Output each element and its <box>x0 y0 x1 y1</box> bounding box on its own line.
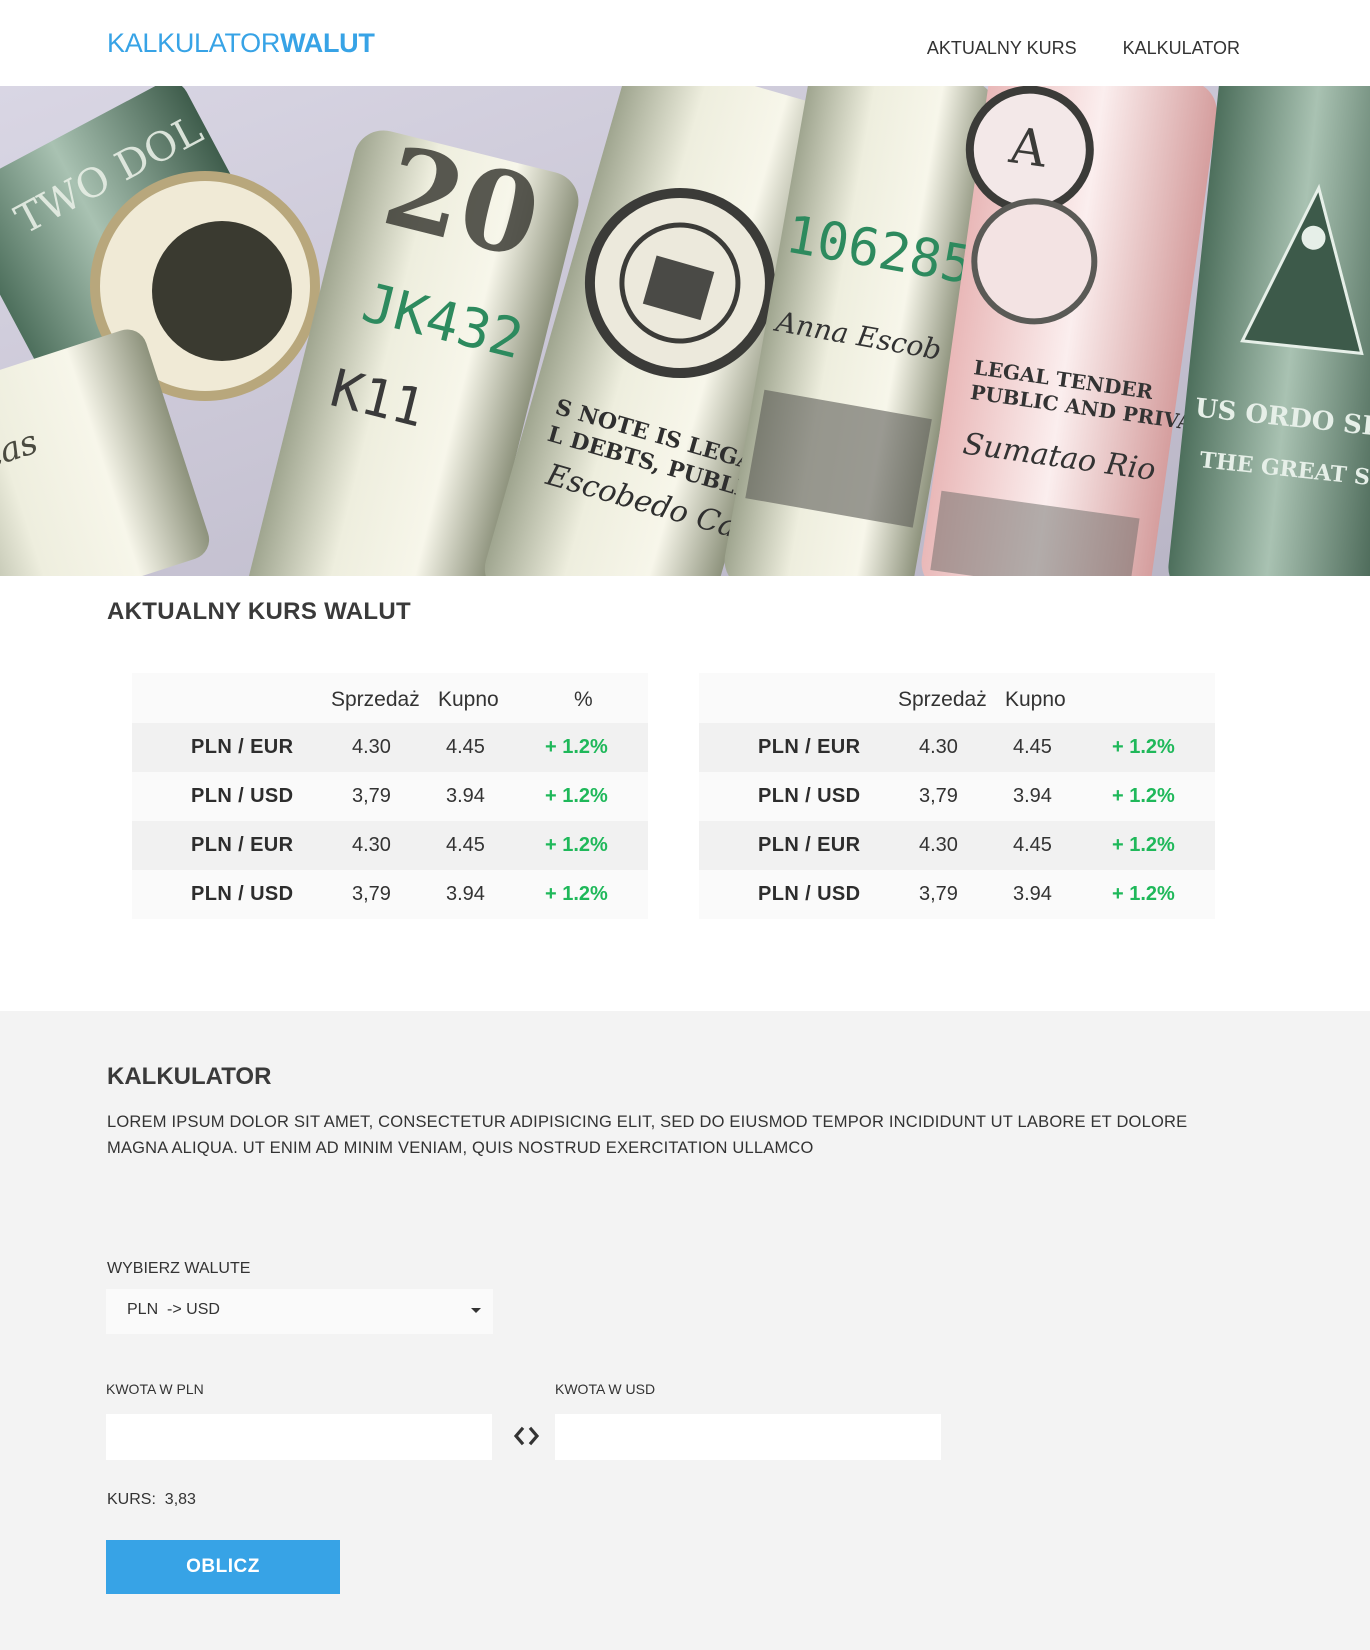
column-header-percent: % <box>574 688 593 711</box>
table-row: PLN / USD 3,79 3.94 + 1.2% <box>699 870 1215 919</box>
table-row: PLN / USD 3,79 3.94 + 1.2% <box>699 772 1215 821</box>
currency-select-value: PLN -> USD <box>127 1301 220 1318</box>
table-row: PLN / EUR 4.30 4.45 + 1.2% <box>699 723 1215 772</box>
calculator-description: LOREM IPSUM DOLOR SIT AMET, CONSECTETUR … <box>107 1113 1188 1157</box>
sell-rate: 4.30 <box>919 736 958 758</box>
buy-rate: 3.94 <box>1013 883 1052 905</box>
amount-pln-input[interactable] <box>106 1414 492 1460</box>
table-row: PLN / USD 3,79 3.94 + 1.2% <box>132 772 648 821</box>
column-header-sell: Sprzedaż <box>331 688 420 711</box>
buy-rate: 4.45 <box>1013 736 1052 758</box>
rate-table: Sprzedaż Kupno % PLN / EUR 4.30 4.45 + 1… <box>132 673 648 919</box>
table-row: PLN / USD 3,79 3.94 + 1.2% <box>132 870 648 919</box>
currency-select-label: WYBIERZ WALUTE <box>107 1260 251 1277</box>
sell-rate: 4.30 <box>352 834 391 856</box>
change-percent: + 1.2% <box>545 883 608 905</box>
change-percent: + 1.2% <box>545 834 608 856</box>
buy-rate: 4.45 <box>1013 834 1052 856</box>
currency-pair: PLN / USD <box>191 883 294 905</box>
column-header-sell: Sprzedaż <box>898 688 987 711</box>
currency-pair: PLN / EUR <box>191 834 294 856</box>
calculator-title: KALKULATOR <box>107 1063 272 1090</box>
amount-usd-label: KWOTA W USD <box>555 1381 656 1397</box>
amount-pln-label: KWOTA W PLN <box>106 1381 204 1397</box>
sell-rate: 3,79 <box>352 883 391 905</box>
change-percent: + 1.2% <box>1112 736 1175 758</box>
nav-item-kalkulator[interactable]: KALKULATOR <box>1123 38 1240 59</box>
nav-item-aktualny-kurs[interactable]: AKTUALNY KURS <box>927 38 1077 59</box>
buy-rate: 4.45 <box>446 834 485 856</box>
hero-banknotes-image: TWO DOL tatas 20 JK432 K11 S NOTE IS LEG… <box>0 86 1370 576</box>
change-percent: + 1.2% <box>1112 834 1175 856</box>
table-row: PLN / EUR 4.30 4.45 + 1.2% <box>132 723 648 772</box>
sell-rate: 4.30 <box>919 834 958 856</box>
amount-usd-input[interactable] <box>555 1414 941 1460</box>
change-percent: + 1.2% <box>1112 883 1175 905</box>
rate-table-header: Sprzedaż Kupno <box>699 673 1215 723</box>
logo-bold-text: WALUT <box>280 28 375 58</box>
currency-select[interactable]: PLN -> USD <box>106 1289 493 1334</box>
sell-rate: 3,79 <box>919 883 958 905</box>
column-header-buy: Kupno <box>1005 688 1066 711</box>
rate-table-header: Sprzedaż Kupno % <box>132 673 648 723</box>
buy-rate: 4.45 <box>446 736 485 758</box>
column-header-buy: Kupno <box>438 688 499 711</box>
swap-arrows-icon[interactable] <box>513 1425 540 1447</box>
currency-pair: PLN / EUR <box>758 736 861 758</box>
sell-rate: 3,79 <box>919 785 958 807</box>
sell-rate: 3,79 <box>352 785 391 807</box>
currency-pair: PLN / USD <box>758 785 861 807</box>
currency-pair: PLN / EUR <box>191 736 294 758</box>
table-row: PLN / EUR 4.30 4.45 + 1.2% <box>699 821 1215 870</box>
calculator-section: KALKULATOR LOREM IPSUM DOLOR SIT AMET, C… <box>0 1011 1370 1650</box>
logo-light-text: KALKULATOR <box>107 28 281 58</box>
caret-down-icon <box>471 1308 481 1313</box>
change-percent: + 1.2% <box>545 736 608 758</box>
buy-rate: 3.94 <box>446 785 485 807</box>
table-row: PLN / EUR 4.30 4.45 + 1.2% <box>132 821 648 870</box>
rates-section-title: AKTUALNY KURS WALUT <box>107 598 411 625</box>
currency-pair: PLN / USD <box>191 785 294 807</box>
currency-pair: PLN / USD <box>758 883 861 905</box>
buy-rate: 3.94 <box>1013 785 1052 807</box>
logo[interactable]: KALKULATORWALUT <box>107 28 375 59</box>
change-percent: + 1.2% <box>545 785 608 807</box>
site-header: KALKULATORWALUT AKTUALNY KURS KALKULATOR <box>0 0 1370 86</box>
buy-rate: 3.94 <box>446 883 485 905</box>
currency-pair: PLN / EUR <box>758 834 861 856</box>
rate-table: Sprzedaż Kupno PLN / EUR 4.30 4.45 + 1.2… <box>699 673 1215 919</box>
main-nav: AKTUALNY KURS KALKULATOR <box>927 38 1240 59</box>
calculate-button[interactable]: OBLICZ <box>106 1540 340 1594</box>
sell-rate: 4.30 <box>352 736 391 758</box>
change-percent: + 1.2% <box>1112 785 1175 807</box>
exchange-rate-text: KURS: 3,83 <box>107 1491 196 1508</box>
